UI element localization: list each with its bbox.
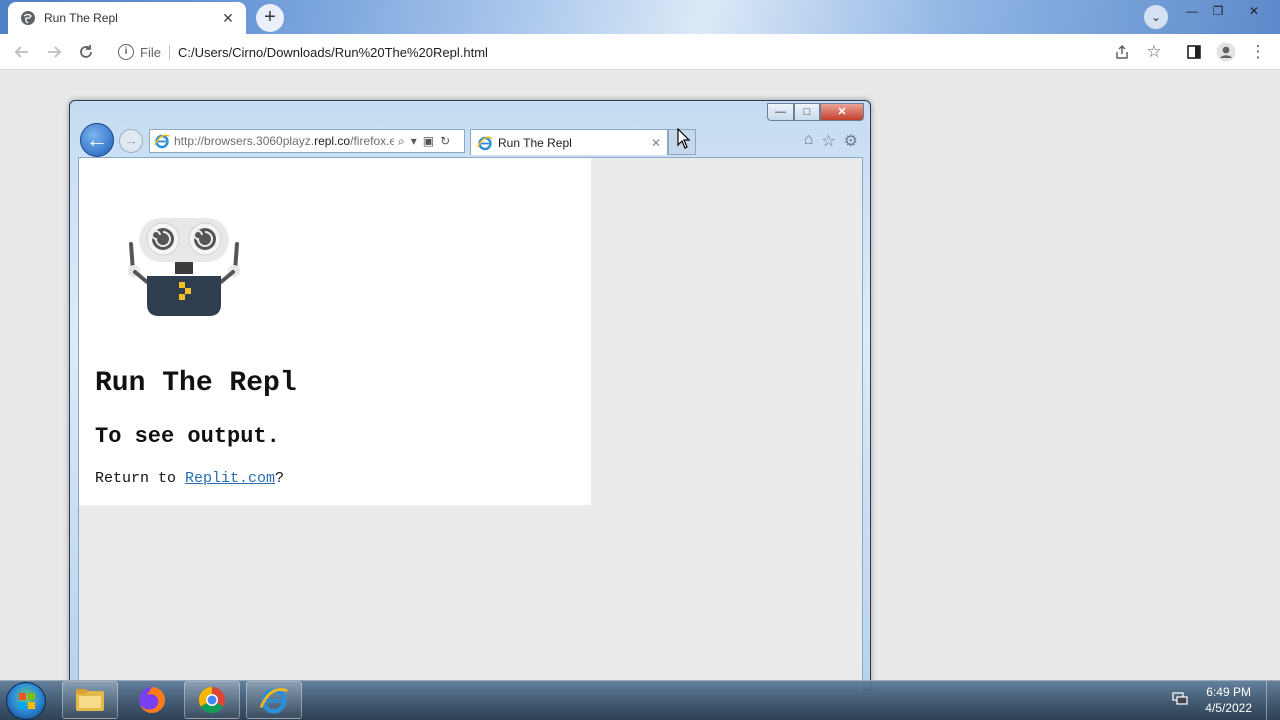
question-mark: ? [275, 470, 285, 487]
ie-maximize-button[interactable]: □ [794, 103, 820, 121]
restore-icon[interactable]: ❐ [1206, 2, 1230, 20]
ie-tab-title: Run The Repl [498, 135, 572, 150]
taskbar-explorer[interactable] [62, 681, 118, 719]
ie-forward-button[interactable]: → [119, 129, 143, 153]
taskbar-ie[interactable] [246, 681, 302, 719]
ie-logo-icon [154, 134, 170, 149]
ie-content-area: Run The Repl To see output. Return to Re… [78, 157, 863, 691]
ie-caption-buttons: — □ ✕ [767, 103, 864, 121]
share-icon[interactable] [1110, 40, 1134, 64]
url-text[interactable]: C:/Users/Cirno/Downloads/Run%20The%20Rep… [176, 45, 488, 60]
chrome-toolbar: i File C:/Users/Cirno/Downloads/Run%20Th… [0, 34, 1280, 70]
profile-icon[interactable] [1214, 40, 1238, 64]
windows-logo-icon [19, 693, 35, 709]
ie-close-button[interactable]: ✕ [820, 103, 864, 121]
star-icon[interactable]: ☆ [1142, 40, 1166, 64]
replit-link[interactable]: Replit.com [185, 470, 275, 487]
network-icon[interactable] [1172, 692, 1188, 706]
ie-logo-icon [259, 688, 288, 714]
close-window-icon[interactable]: ✕ [1242, 2, 1266, 20]
clock-date: 4/5/2022 [1205, 701, 1252, 715]
ie-minimize-button[interactable]: — [767, 103, 794, 121]
system-clock[interactable]: 6:49 PM 4/5/2022 [1205, 684, 1252, 716]
reload-icon[interactable] [74, 40, 98, 64]
ie-address-icons: ⌕ ▾ ▣ ↻ [398, 134, 450, 149]
address-bar[interactable]: i File C:/Users/Cirno/Downloads/Run%20Th… [108, 36, 1178, 68]
chrome-tab-title: Run The Repl [44, 11, 118, 25]
replit-robot-logo [128, 218, 240, 316]
chrome-tabstrip: Run The Repl ✕ + ⌄ — ❐ ✕ [0, 0, 1280, 34]
ie-url-domain: repl.co [314, 134, 351, 148]
scheme-label: File [140, 44, 170, 60]
ie-tab-close-icon[interactable]: ✕ [651, 136, 661, 150]
ie-window: — □ ✕ ← → http://browsers.3060playz.repl… [69, 100, 871, 691]
refresh-icon[interactable]: ↻ [440, 134, 450, 149]
ie-logo-icon [477, 136, 493, 150]
dropdown-icon[interactable]: ▾ [411, 134, 417, 149]
forward-arrow-icon[interactable] [42, 40, 66, 64]
taskbar-firefox[interactable] [124, 681, 180, 719]
ie-address-bar[interactable]: http://browsers.3060playz.repl.co/firefo… [149, 129, 465, 153]
page-heading: Run The Repl [95, 368, 297, 399]
ie-tab[interactable]: Run The Repl ✕ [470, 129, 668, 155]
return-text: Return to [95, 470, 186, 487]
menu-icon[interactable]: ⋮ [1246, 40, 1270, 64]
mouse-cursor-icon [677, 128, 691, 149]
ie-command-icons: ⌂ ☆ ⚙ [804, 131, 858, 151]
back-arrow-icon[interactable] [10, 40, 34, 64]
globe-icon [21, 11, 35, 25]
taskbar-chrome[interactable] [184, 681, 240, 719]
close-tab-icon[interactable]: ✕ [220, 10, 236, 27]
ie-url-text[interactable]: http://browsers.3060playz.repl.co/firefo… [174, 134, 394, 148]
ie-back-button[interactable]: ← [80, 123, 114, 157]
favorites-star-icon[interactable]: ☆ [821, 131, 835, 151]
folder-icon [76, 689, 104, 711]
clock-time: 6:49 PM [1206, 685, 1251, 699]
firefox-icon [139, 687, 165, 713]
new-tab-button[interactable]: + [256, 4, 284, 32]
ie-url-suffix: /firefox.e [350, 134, 394, 148]
page-subheading: To see output. [95, 424, 280, 449]
ie-url-prefix: http://browsers.3060playz. [174, 134, 315, 148]
home-icon[interactable]: ⌂ [804, 131, 814, 151]
start-button[interactable] [6, 682, 46, 720]
show-desktop-button[interactable] [1266, 681, 1280, 720]
chrome-tab[interactable]: Run The Repl ✕ [8, 2, 246, 34]
side-panel-icon[interactable] [1182, 40, 1206, 64]
chrome-icon [198, 686, 225, 714]
search-icon[interactable]: ⌕ [398, 134, 405, 149]
gear-icon[interactable]: ⚙ [844, 131, 858, 151]
tab-search-icon[interactable]: ⌄ [1144, 5, 1168, 29]
page-card: Run The Repl To see output. Return to Re… [79, 158, 591, 505]
compat-view-icon[interactable]: ▣ [423, 134, 434, 149]
return-paragraph: Return to Replit.com? [95, 470, 284, 487]
info-icon[interactable]: i [118, 44, 134, 60]
minimize-icon[interactable]: — [1180, 2, 1204, 20]
